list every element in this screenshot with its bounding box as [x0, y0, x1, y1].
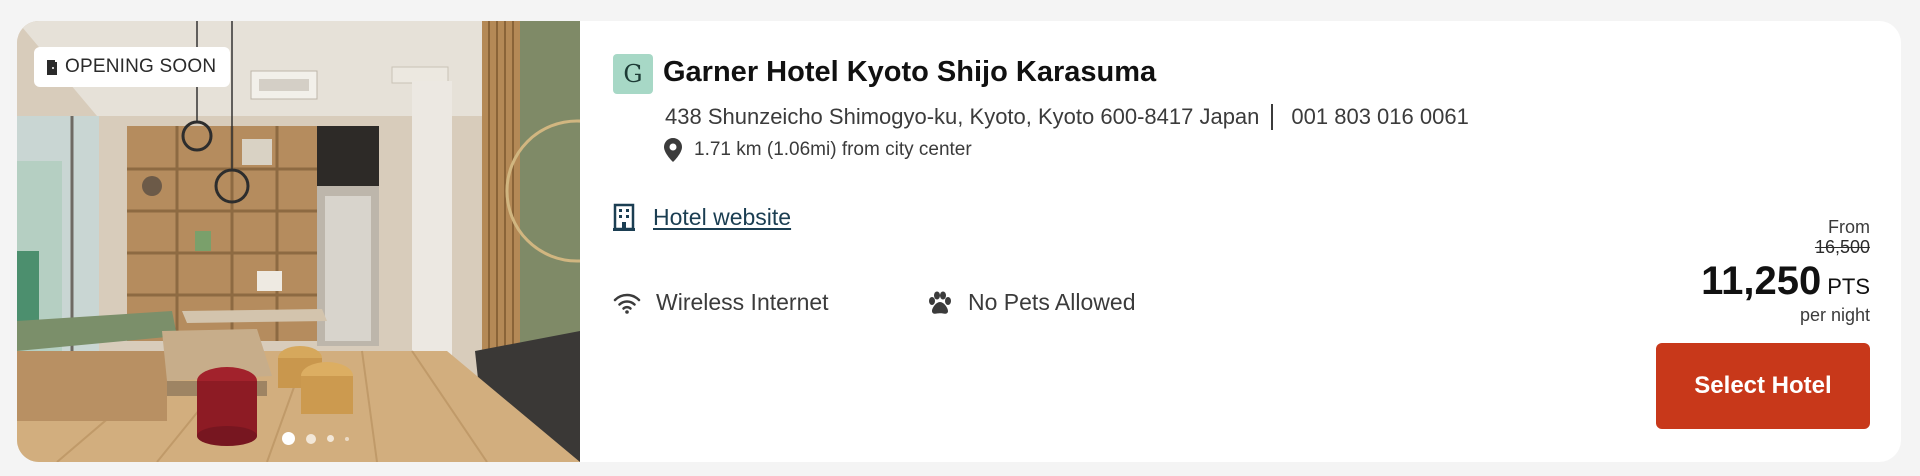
- carousel-dot[interactable]: [327, 435, 334, 442]
- per-night-label: per night: [1799, 305, 1870, 325]
- amenity-label: No Pets Allowed: [968, 289, 1136, 315]
- website-row: Hotel website: [613, 203, 791, 231]
- amenity-wifi: Wireless Internet: [613, 289, 829, 316]
- map-pin-icon: [664, 138, 682, 162]
- amenity-pets: No Pets Allowed: [927, 289, 1135, 316]
- select-hotel-button[interactable]: Select Hotel: [1656, 343, 1870, 429]
- brand-logo: G: [613, 54, 653, 94]
- carousel-dot-active[interactable]: [282, 432, 295, 445]
- badge-label: OPENING SOON: [65, 56, 217, 77]
- building-icon: [613, 203, 635, 231]
- hotel-card: OPENING SOON G Garner Hotel Kyoto Shijo …: [17, 21, 1901, 462]
- carousel-indicators: [282, 432, 349, 445]
- price-block: From 16,500 11,250 PTS per night: [1701, 217, 1870, 327]
- hotel-address: 438 Shunzeicho Shimogyo-ku, Kyoto, Kyoto…: [665, 104, 1260, 129]
- carousel-dot[interactable]: [345, 436, 349, 441]
- distance-row: 1.71 km (1.06mi) from city center: [664, 138, 972, 162]
- hotel-phone[interactable]: 001 803 016 0061: [1291, 104, 1468, 130]
- divider: [1271, 104, 1274, 130]
- current-price: 11,250: [1701, 259, 1822, 303]
- hotel-website-link[interactable]: Hotel website: [653, 204, 791, 231]
- address-row: 438 Shunzeicho Shimogyo-ku, Kyoto, Kyoto…: [665, 104, 1469, 130]
- amenity-label: Wireless Internet: [656, 289, 829, 315]
- brand-logo-letter: G: [623, 60, 643, 88]
- hotel-info: G Garner Hotel Kyoto Shijo Karasuma 438 …: [580, 21, 1901, 462]
- price-unit: PTS: [1827, 274, 1870, 299]
- original-price: 16,500: [1814, 237, 1870, 257]
- hotel-name[interactable]: Garner Hotel Kyoto Shijo Karasuma: [663, 56, 1156, 89]
- wifi-icon: [613, 293, 641, 314]
- hotel-photo-carousel[interactable]: OPENING SOON: [17, 21, 580, 462]
- carousel-dot[interactable]: [306, 433, 316, 444]
- opening-soon-badge: OPENING SOON: [34, 47, 231, 87]
- price-from-label: From: [1828, 217, 1870, 237]
- door-icon: [47, 59, 57, 75]
- price-line: 11,250 PTS: [1701, 259, 1870, 303]
- distance-text: 1.71 km (1.06mi) from city center: [694, 139, 972, 160]
- paw-icon: [929, 291, 951, 314]
- hotel-lobby-photo: [17, 21, 580, 462]
